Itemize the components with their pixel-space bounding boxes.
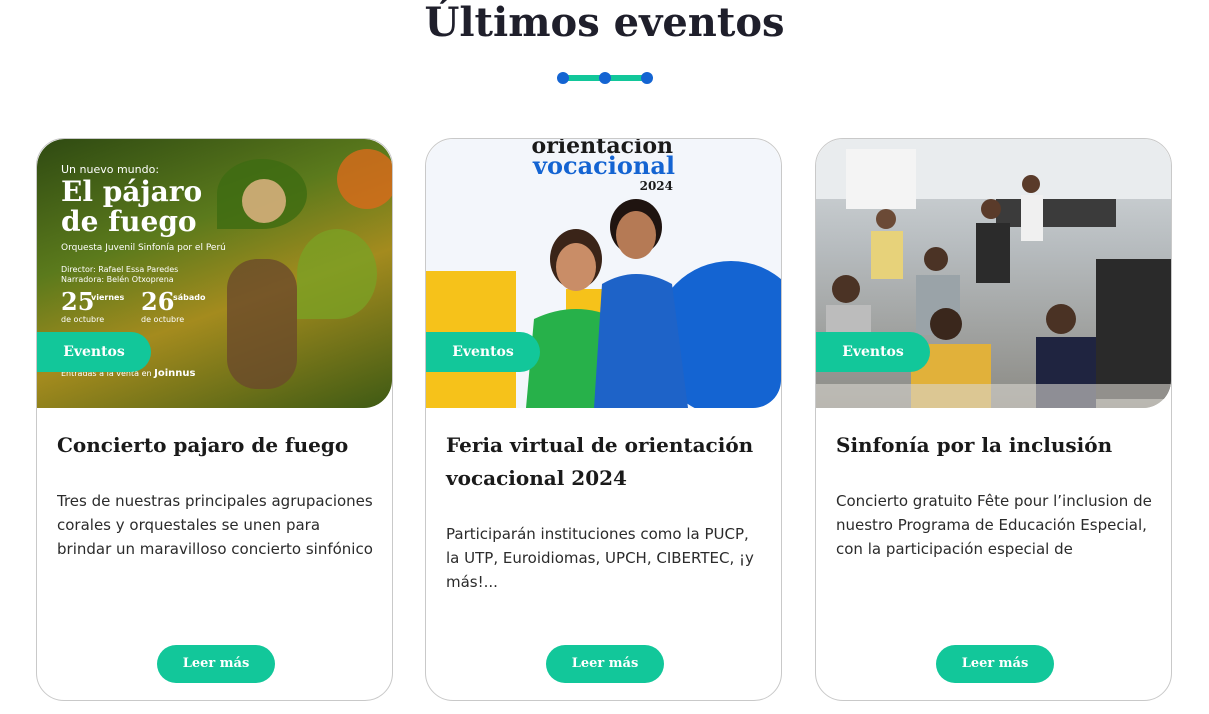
poster-director: Director: Rafael Essa Paredes — [61, 265, 179, 274]
joinnus-logo: Joinnus — [154, 368, 196, 379]
category-badge: Eventos — [816, 332, 930, 372]
section-title: Últimos eventos — [424, 0, 785, 46]
poster-line-2: vocacional — [533, 151, 675, 180]
card-excerpt: Concierto gratuito Fête pour l’inclusion… — [836, 492, 1152, 558]
read-more-button[interactable]: Leer más — [157, 645, 275, 683]
poster-narrator: Narradora: Belén Otxoprena — [61, 275, 174, 284]
category-badge: Eventos — [426, 332, 540, 372]
read-more-button[interactable]: Leer más — [936, 645, 1054, 683]
poster-date-2-month: de octubre — [141, 315, 185, 324]
poster-date-2-weekday: sábado — [173, 293, 206, 302]
poster-date-2-day: 26 — [141, 287, 175, 316]
category-badge: Eventos — [37, 332, 151, 372]
card-excerpt: Participarán instituciones como la PUCP,… — [446, 525, 754, 591]
event-card-2[interactable]: orientación vocacional 2024 Eventos Feri… — [425, 138, 782, 701]
section-divider — [557, 72, 653, 84]
divider-dot — [557, 72, 569, 84]
poster-date-1-weekday: viernes — [91, 293, 125, 302]
event-card-1[interactable]: Un nuevo mundo: El pájaro de fuego Orque… — [36, 138, 393, 701]
event-image-sinfonia-inclusion[interactable]: Eventos — [816, 139, 1171, 408]
poster-date-1-day: 25 — [61, 287, 95, 316]
event-card-3[interactable]: Eventos Sinfonía por la inclusión Concie… — [815, 138, 1172, 701]
card-excerpt: Tres de nuestras principales agrupacione… — [57, 492, 373, 558]
poster-line-3: 2024 — [639, 179, 673, 193]
poster-date-1-month: de octubre — [61, 315, 105, 324]
card-title[interactable]: Feria virtual de orientación vocacional … — [446, 429, 759, 495]
read-more-button[interactable]: Leer más — [546, 645, 664, 683]
divider-dot — [599, 72, 611, 84]
card-title[interactable]: Concierto pajaro de fuego — [57, 429, 370, 462]
event-image-orientacion-vocacional[interactable]: orientación vocacional 2024 Eventos — [426, 139, 781, 408]
poster-orchestra: Orquesta Juvenil Sinfonía por el Perú — [61, 243, 226, 253]
event-image-pajaro-de-fuego[interactable]: Un nuevo mundo: El pájaro de fuego Orque… — [37, 139, 392, 408]
card-title[interactable]: Sinfonía por la inclusión — [836, 429, 1149, 462]
poster-headline: El pájaro de fuego — [61, 175, 203, 238]
divider-dot — [641, 72, 653, 84]
